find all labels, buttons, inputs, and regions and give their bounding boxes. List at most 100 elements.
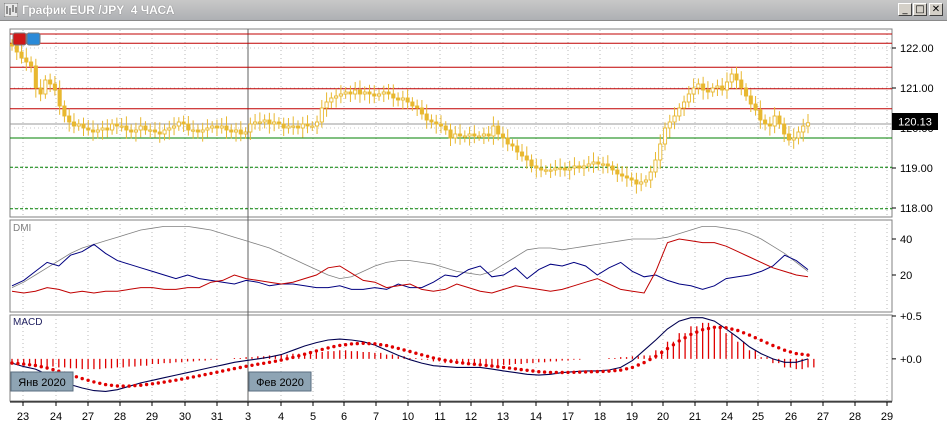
- candle-body: [238, 129, 243, 135]
- macd-signal-dot: [109, 383, 114, 387]
- current-price-tag: 120.13: [892, 113, 938, 130]
- candle-body: [462, 135, 467, 138]
- candle-body: [286, 125, 291, 129]
- macd-signal-dot: [525, 368, 529, 372]
- time-label: 28: [849, 411, 861, 423]
- candle-body: [453, 133, 458, 139]
- macd-axis-label: +0.5: [900, 311, 922, 323]
- time-label: 18: [594, 411, 606, 423]
- time-label: 26: [785, 411, 797, 423]
- blue-color-button[interactable]: [26, 32, 41, 46]
- macd-signal-dot: [700, 328, 705, 332]
- candle-body: [710, 87, 715, 93]
- current-price-label: 120.13: [898, 117, 932, 129]
- macd-signal-dot: [209, 371, 213, 376]
- macd-signal-dot: [127, 384, 131, 388]
- title-bar[interactable]: График EUR /JPY 4 ЧАСА _ □ ✕: [0, 0, 947, 21]
- time-label: 29: [146, 411, 158, 423]
- macd-signal-dot: [267, 360, 272, 364]
- candle-body: [76, 123, 81, 127]
- time-label: 31: [211, 411, 223, 423]
- candle-body: [386, 91, 391, 95]
- macd-signal-dot: [326, 346, 330, 350]
- candle-body: [381, 91, 386, 95]
- time-label: 11: [434, 411, 445, 423]
- candle-body: [543, 169, 548, 172]
- candle-body: [720, 85, 725, 91]
- macd-signal-dot: [232, 366, 237, 371]
- macd-signal-dot: [431, 356, 436, 360]
- candle-body: [338, 93, 343, 97]
- macd-signal-dot: [747, 333, 752, 337]
- macd-signal-dot: [10, 361, 14, 365]
- candle-body: [429, 119, 434, 123]
- time-label: 7: [373, 411, 379, 423]
- candle-body: [424, 113, 429, 121]
- candle-body: [639, 181, 644, 185]
- candle-body: [519, 151, 525, 157]
- red-color-button[interactable]: [12, 32, 27, 46]
- time-label: 24: [50, 411, 62, 423]
- time-axis: 23 24 27 28 29 30 31 3 4 5 6 7 10 11 12 13 14 17 18 19 20 21 2…: [10, 401, 893, 423]
- macd-signal-dot: [437, 357, 441, 361]
- candle-body: [329, 97, 334, 103]
- macd-signal-dot: [291, 355, 295, 360]
- candle-body: [295, 125, 301, 129]
- candle-body: [715, 85, 720, 89]
- macd-signal-dot: [619, 368, 623, 372]
- candle-body: [410, 101, 415, 107]
- close-button[interactable]: ✕: [929, 3, 943, 16]
- candle-body: [110, 123, 115, 131]
- macd-signal-dot: [180, 377, 184, 381]
- candle-body: [43, 79, 48, 95]
- candle-body: [743, 87, 749, 97]
- macd-signal-dot: [338, 343, 342, 348]
- candle-body: [167, 127, 172, 131]
- candle-body: [615, 169, 620, 175]
- candle-body: [372, 93, 377, 97]
- candle-body: [572, 165, 577, 169]
- time-label: 4: [278, 411, 284, 423]
- candle-body: [138, 125, 143, 131]
- macd-signal-dot: [402, 348, 406, 352]
- candle-body: [443, 125, 448, 131]
- macd-signal-dot: [408, 349, 412, 354]
- macd-signal-dot: [665, 346, 670, 351]
- macd-signal-dot: [162, 380, 166, 384]
- macd-signal-dot: [712, 325, 717, 329]
- price-panel[interactable]: [9, 28, 893, 218]
- macd-signal-dot: [554, 370, 558, 375]
- macd-signal-dot: [765, 341, 769, 345]
- macd-signal-dot: [630, 365, 635, 370]
- candle-body: [634, 179, 639, 185]
- candle-body: [19, 51, 24, 59]
- macd-signal-dot: [420, 353, 424, 357]
- minimize-button[interactable]: _: [898, 3, 912, 16]
- candle-body: [610, 165, 615, 171]
- macd-signal-dot: [314, 349, 319, 353]
- macd-signal-dot: [320, 347, 324, 352]
- dmi-panel[interactable]: [9, 219, 893, 313]
- restore-icon: □: [915, 4, 925, 15]
- restore-button[interactable]: □: [913, 3, 927, 16]
- window-title: График EUR /JPY 4 ЧАСА: [22, 3, 175, 17]
- macd-panel[interactable]: [9, 314, 893, 402]
- candle-body: [86, 127, 91, 131]
- macd-signal-dot: [689, 332, 693, 337]
- candle-body: [491, 125, 496, 137]
- macd-signal-dot: [355, 341, 359, 346]
- candle-body: [562, 167, 567, 171]
- candle-body: [291, 125, 296, 128]
- macd-signal-dot: [654, 354, 658, 358]
- macd-signal-dot: [455, 360, 459, 364]
- candle-body: [734, 73, 739, 81]
- candle-body: [105, 127, 110, 131]
- chart-canvas[interactable]: 122.00121.00120.00119.00118.00 120.13 DM…: [0, 20, 947, 426]
- macd-signal-dot: [150, 382, 155, 386]
- candle-body: [305, 123, 310, 127]
- candle-body: [353, 89, 358, 95]
- candle-body: [48, 79, 53, 85]
- candle-body: [205, 127, 210, 131]
- candle-body: [682, 101, 687, 109]
- macd-signal-dot: [139, 383, 143, 387]
